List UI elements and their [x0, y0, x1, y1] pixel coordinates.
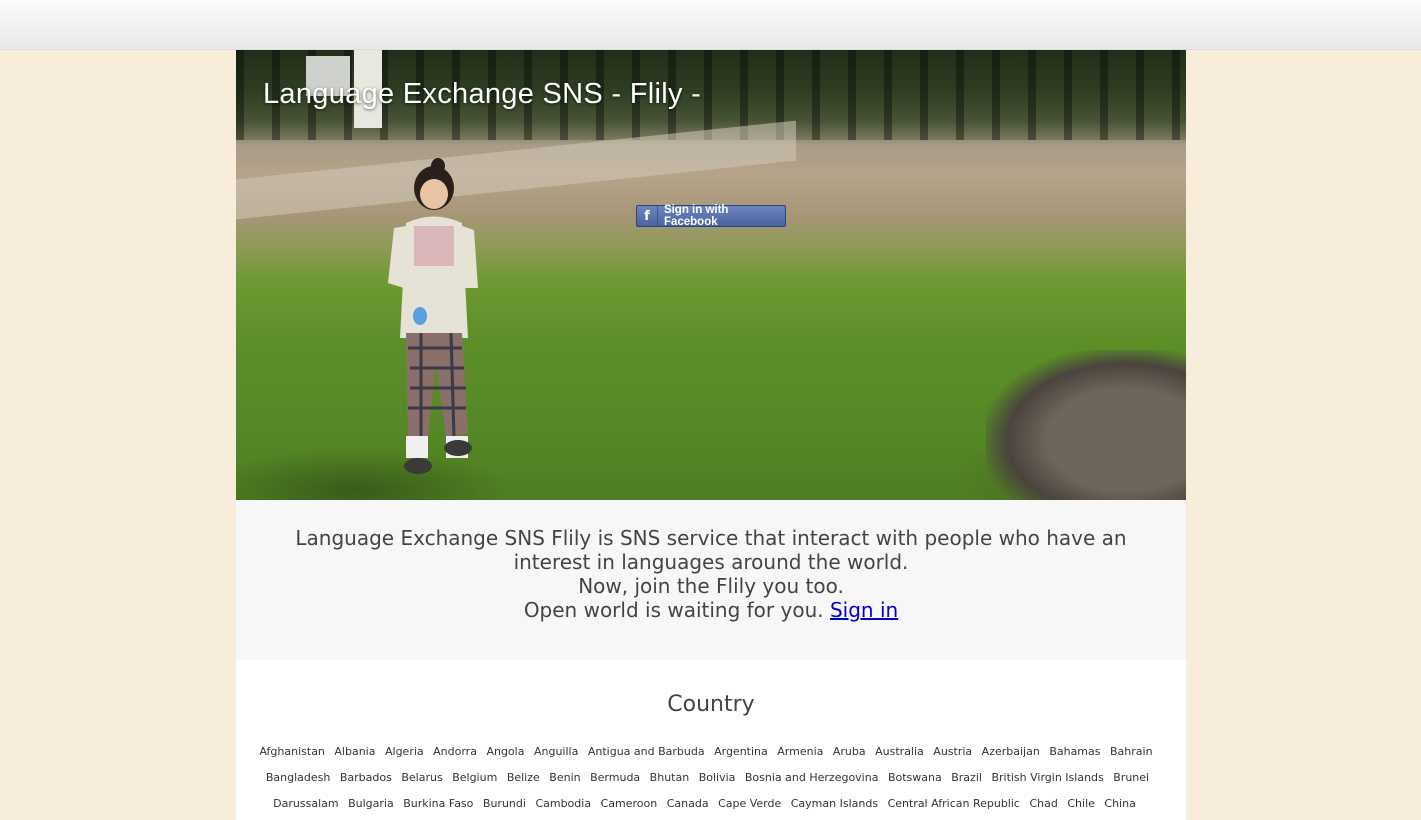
hero-child-figure	[388, 158, 478, 474]
country-link[interactable]: Anguilla	[534, 745, 578, 758]
country-link[interactable]: Belize	[507, 771, 540, 784]
country-link[interactable]: Afghanistan	[259, 745, 324, 758]
hero-rocks	[986, 350, 1186, 500]
intro-line-4-text: Open world is waiting for you.	[523, 598, 824, 622]
country-link[interactable]: Chad	[1029, 797, 1057, 810]
country-link[interactable]: Cape Verde	[718, 797, 781, 810]
site-title: Language Exchange SNS - Flily -	[263, 78, 702, 110]
main-container: Language Exchange SNS - Flily - f Sign i…	[236, 50, 1186, 820]
country-link[interactable]: Andorra	[433, 745, 477, 758]
country-link[interactable]: Argentina	[714, 745, 768, 758]
country-link[interactable]: Bangladesh	[266, 771, 331, 784]
country-link[interactable]: British Virgin Islands	[991, 771, 1103, 784]
country-link[interactable]: Chile	[1067, 797, 1095, 810]
country-link[interactable]: Bahrain	[1110, 745, 1153, 758]
country-link[interactable]: Bosnia and Herzegovina	[745, 771, 879, 784]
country-link[interactable]: Bermuda	[590, 771, 640, 784]
country-link[interactable]: Armenia	[777, 745, 823, 758]
top-bar	[0, 0, 1421, 50]
facebook-signin-button[interactable]: f Sign in with Facebook	[636, 204, 786, 228]
hero-photo: Language Exchange SNS - Flily - f Sign i…	[236, 50, 1186, 500]
country-link[interactable]: Cambodia	[535, 797, 591, 810]
country-link[interactable]: Cayman Islands	[791, 797, 878, 810]
country-title: Country	[667, 692, 755, 717]
country-link[interactable]: Central African Republic	[888, 797, 1020, 810]
country-link[interactable]: Brazil	[951, 771, 982, 784]
country-link[interactable]: Aruba	[833, 745, 866, 758]
country-list: Afghanistan Albania Algeria Andorra Ango…	[254, 739, 1158, 820]
country-link[interactable]: Cameroon	[601, 797, 658, 810]
country-link[interactable]: Bahamas	[1049, 745, 1100, 758]
intro-line-1: Language Exchange SNS Flily is SNS servi…	[295, 526, 1127, 550]
country-link[interactable]: China	[1104, 797, 1135, 810]
country-link[interactable]: Algeria	[385, 745, 424, 758]
country-link[interactable]: Belarus	[401, 771, 442, 784]
facebook-icon: f	[637, 206, 658, 226]
country-link[interactable]: Australia	[875, 745, 924, 758]
country-link[interactable]: Benin	[549, 771, 580, 784]
country-link[interactable]: Canada	[667, 797, 709, 810]
signin-link[interactable]: Sign in	[830, 598, 898, 622]
country-link[interactable]: Belgium	[452, 771, 497, 784]
country-link[interactable]: Austria	[933, 745, 972, 758]
country-link[interactable]: Bhutan	[650, 771, 690, 784]
country-link[interactable]: Angola	[486, 745, 524, 758]
country-section: Country Afghanistan Albania Algeria Ando…	[236, 660, 1186, 820]
country-link[interactable]: Bulgaria	[348, 797, 394, 810]
facebook-signin-label: Sign in with Facebook	[663, 204, 729, 228]
country-link[interactable]: Azerbaijan	[982, 745, 1040, 758]
intro-section: Language Exchange SNS Flily is SNS servi…	[236, 500, 1186, 660]
country-link[interactable]: Bolivia	[699, 771, 736, 784]
country-link[interactable]: Barbados	[340, 771, 392, 784]
country-link[interactable]: Botswana	[888, 771, 942, 784]
country-link[interactable]: Burkina Faso	[403, 797, 473, 810]
intro-line-2: interest in languages around the world.	[513, 550, 909, 574]
intro-line-4: Open world is waiting for you. Sign in	[236, 598, 1186, 622]
country-link[interactable]: Albania	[334, 745, 375, 758]
country-link[interactable]: Burundi	[483, 797, 526, 810]
country-link[interactable]: Antigua and Barbuda	[588, 745, 705, 758]
intro-line-3: Now, join the Flily you too.	[578, 574, 844, 598]
